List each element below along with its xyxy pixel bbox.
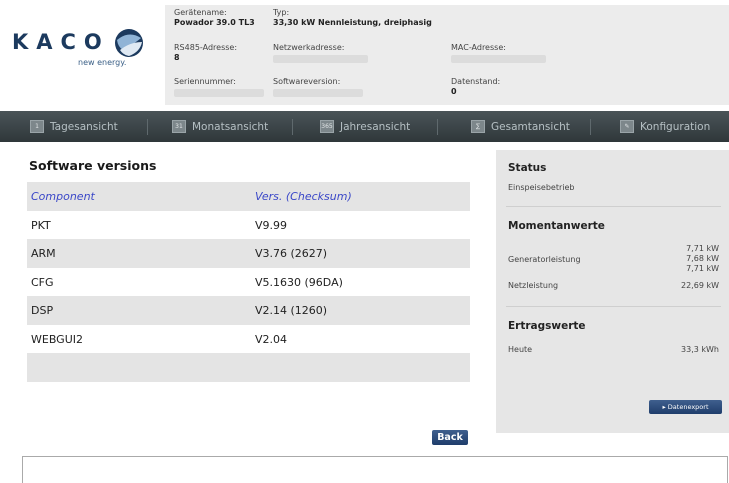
component-cell: WEBGUI2 <box>31 332 83 346</box>
nav-label: Jahresansicht <box>340 120 411 133</box>
nav-tagesansicht[interactable]: 1 Tagesansicht <box>30 111 118 142</box>
divider <box>506 206 721 207</box>
mac-address-redacted <box>451 55 546 63</box>
software-version-redacted <box>273 89 363 97</box>
status-value: Einspeisebetrieb <box>508 183 575 192</box>
notes-textarea[interactable] <box>22 456 728 483</box>
serial-number-label: Seriennummer: <box>174 77 236 86</box>
table-header-row: Component Vers. (Checksum) <box>27 182 470 211</box>
device-type-label: Typ: <box>273 8 290 17</box>
generator-value: 7,68 kW <box>686 254 719 263</box>
nav-divider <box>437 119 438 135</box>
table-row: PKT V9.99 <box>27 211 470 240</box>
kaco-logo: KACO new energy. <box>12 24 162 84</box>
device-type-value: 33,30 kW Nennleistung, dreiphasig <box>273 18 432 27</box>
nav-jahresansicht[interactable]: 365 Jahresansicht <box>320 111 410 142</box>
calendar-day-icon: 1 <box>30 120 44 133</box>
heute-value: 33,3 kWh <box>681 345 719 354</box>
divider <box>506 306 721 307</box>
wrench-icon: ✎ <box>620 120 634 133</box>
component-cell: ARM <box>31 247 56 260</box>
datenexport-button[interactable]: ▸ Datenexport <box>649 400 722 414</box>
component-cell: CFG <box>31 275 54 289</box>
network-address-label: Netzwerkadresse: <box>273 43 345 52</box>
version-cell: V5.1630 (96DA) <box>255 275 343 289</box>
component-cell: DSP <box>31 304 54 317</box>
nav-divider <box>590 119 591 135</box>
serial-number-redacted <box>174 89 264 97</box>
overview-icon: ∑ <box>471 120 485 133</box>
datastand-value: 0 <box>451 87 457 96</box>
table-row: ARM V3.76 (2627) <box>27 239 470 268</box>
nav-monatsansicht[interactable]: 31 Monatsansicht <box>172 111 268 142</box>
calendar-year-icon: 365 <box>320 120 334 133</box>
globe-icon <box>115 29 143 57</box>
header: KACO new energy. Gerätename: Powador 39.… <box>0 0 729 111</box>
version-cell: V2.14 (1260) <box>255 304 328 317</box>
column-header-version: Vers. (Checksum) <box>255 190 352 203</box>
status-heading: Status <box>508 162 547 174</box>
ertragswerte-heading: Ertragswerte <box>508 320 586 332</box>
nav-label: Konfiguration <box>640 120 711 133</box>
software-versions-table: Component Vers. (Checksum) PKT V9.99 ARM… <box>27 182 470 382</box>
rs485-label: RS485-Adresse: <box>174 43 238 52</box>
table-row: CFG V5.1630 (96DA) <box>27 268 470 297</box>
device-name-value: Powador 39.0 TL3 <box>174 18 255 27</box>
rs485-value: 8 <box>174 53 180 62</box>
momentanwerte-heading: Momentanwerte <box>508 220 605 232</box>
nav-divider <box>292 119 293 135</box>
version-cell: V3.76 (2627) <box>255 247 328 260</box>
brand-tagline: new energy. <box>78 58 127 67</box>
main-nav: 1 Tagesansicht 31 Monatsansicht 365 Jahr… <box>0 111 729 142</box>
generator-label: Generatorleistung <box>508 255 581 264</box>
netz-label: Netzleistung <box>508 281 559 290</box>
component-cell: PKT <box>31 218 51 232</box>
generator-value: 7,71 kW <box>686 264 719 273</box>
software-version-label: Softwareversion: <box>273 77 341 86</box>
nav-label: Gesamtansicht <box>491 120 570 133</box>
netz-value: 22,69 kW <box>681 281 719 290</box>
generator-value: 7,71 kW <box>686 244 719 253</box>
nav-gesamtansicht[interactable]: ∑ Gesamtansicht <box>471 111 570 142</box>
network-address-redacted <box>273 55 368 63</box>
column-header-component: Component <box>31 190 95 203</box>
heute-label: Heute <box>508 345 533 354</box>
nav-konfiguration[interactable]: ✎ Konfiguration <box>620 111 710 142</box>
status-panel: Status Einspeisebetrieb Momentanwerte Ge… <box>496 150 729 433</box>
datastand-label: Datenstand: <box>451 77 501 86</box>
brand-name: KACO <box>12 30 110 54</box>
nav-divider <box>147 119 148 135</box>
page-title: Software versions <box>29 158 157 173</box>
device-name-label: Gerätename: <box>174 8 227 17</box>
table-row: DSP V2.14 (1260) <box>27 296 470 325</box>
calendar-month-icon: 31 <box>172 120 186 133</box>
table-empty-row <box>27 353 470 382</box>
back-button[interactable]: Back <box>432 430 468 445</box>
table-row: WEBGUI2 V2.04 <box>27 325 470 354</box>
mac-address-label: MAC-Adresse: <box>451 43 506 52</box>
nav-label: Tagesansicht <box>50 120 118 133</box>
nav-label: Monatsansicht <box>192 120 269 133</box>
version-cell: V9.99 <box>255 218 288 232</box>
version-cell: V2.04 <box>255 332 288 346</box>
device-info-panel: Gerätename: Powador 39.0 TL3 Typ: 33,30 … <box>165 5 729 105</box>
